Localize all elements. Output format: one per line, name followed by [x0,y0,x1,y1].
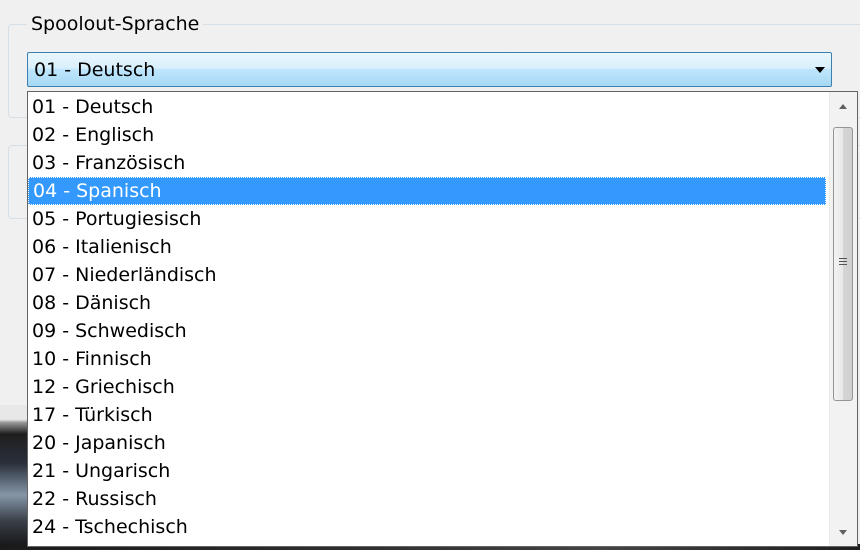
scroll-down-button[interactable] [830,518,857,546]
list-item[interactable]: 10 - Finnisch [28,345,828,373]
list-item[interactable]: 02 - Englisch [28,121,828,149]
grip-icon [839,258,847,266]
list-item[interactable]: 21 - Ungarisch [28,457,828,485]
list-item[interactable]: 06 - Italienisch [28,233,828,261]
combobox-selected-value: 01 - Deutsch [34,59,156,81]
arrow-up-icon [839,104,847,109]
list-item[interactable]: 07 - Niederländisch [28,261,828,289]
language-dropdown-list[interactable]: 01 - Deutsch 02 - Englisch 03 - Französi… [27,91,858,547]
list-item[interactable]: 17 - Türkisch [28,401,828,429]
list-item[interactable]: 24 - Tschechisch [28,513,828,541]
list-item[interactable]: 05 - Portugiesisch [28,205,828,233]
arrow-down-icon [839,530,847,535]
list-item[interactable]: 01 - Deutsch [28,93,828,121]
vertical-scrollbar[interactable] [829,92,857,546]
list-item[interactable]: 03 - Französisch [28,149,828,177]
scroll-up-button[interactable] [830,92,857,120]
dropdown-items: 01 - Deutsch 02 - Englisch 03 - Französi… [28,93,828,541]
spoolout-language-combobox[interactable]: 01 - Deutsch [27,52,832,87]
list-item[interactable]: 08 - Dänisch [28,289,828,317]
list-item[interactable]: 12 - Griechisch [28,373,828,401]
background-window-fragment [0,405,30,550]
list-item[interactable]: 22 - Russisch [28,485,828,513]
list-item[interactable]: 20 - Japanisch [28,429,828,457]
list-item[interactable]: 09 - Schwedisch [28,317,828,345]
list-item-highlighted[interactable]: 04 - Spanisch [28,177,826,205]
groupbox-title: Spoolout-Sprache [27,13,204,35]
scrollbar-thumb[interactable] [833,127,853,401]
chevron-down-icon[interactable] [815,67,825,73]
